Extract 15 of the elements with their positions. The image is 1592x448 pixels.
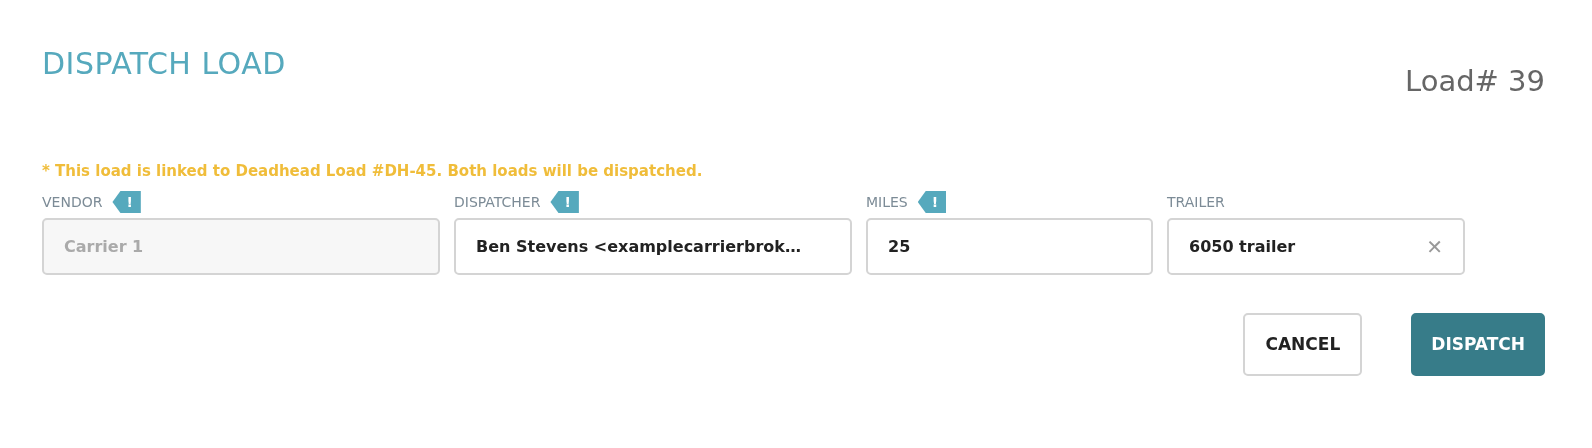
field-label: DISPATCHER <box>454 193 541 211</box>
field-label: VENDOR <box>42 193 103 211</box>
dispatch-button[interactable]: DISPATCH <box>1411 313 1545 376</box>
dialog-title: DISPATCH LOAD <box>42 46 286 82</box>
input-field[interactable]: 6050 trailer ✕ <box>1167 218 1465 275</box>
field-label: MILES <box>866 193 908 211</box>
alert-flag: ! <box>112 191 141 213</box>
warning-message: * This load is linked to Deadhead Load #DH-45. Both loads will be dispatched. <box>42 160 704 182</box>
input-field[interactable]: Ben Stevens <examplecarrierbrok… <box>454 218 852 275</box>
alert-flag: ! <box>550 191 579 213</box>
input-field[interactable]: 25 <box>866 218 1153 275</box>
load-number: Load# 39 <box>1405 63 1545 100</box>
cancel-button[interactable]: CANCEL <box>1243 313 1363 376</box>
field-label: TRAILER <box>1167 193 1225 211</box>
alert-flag: ! <box>917 191 947 213</box>
